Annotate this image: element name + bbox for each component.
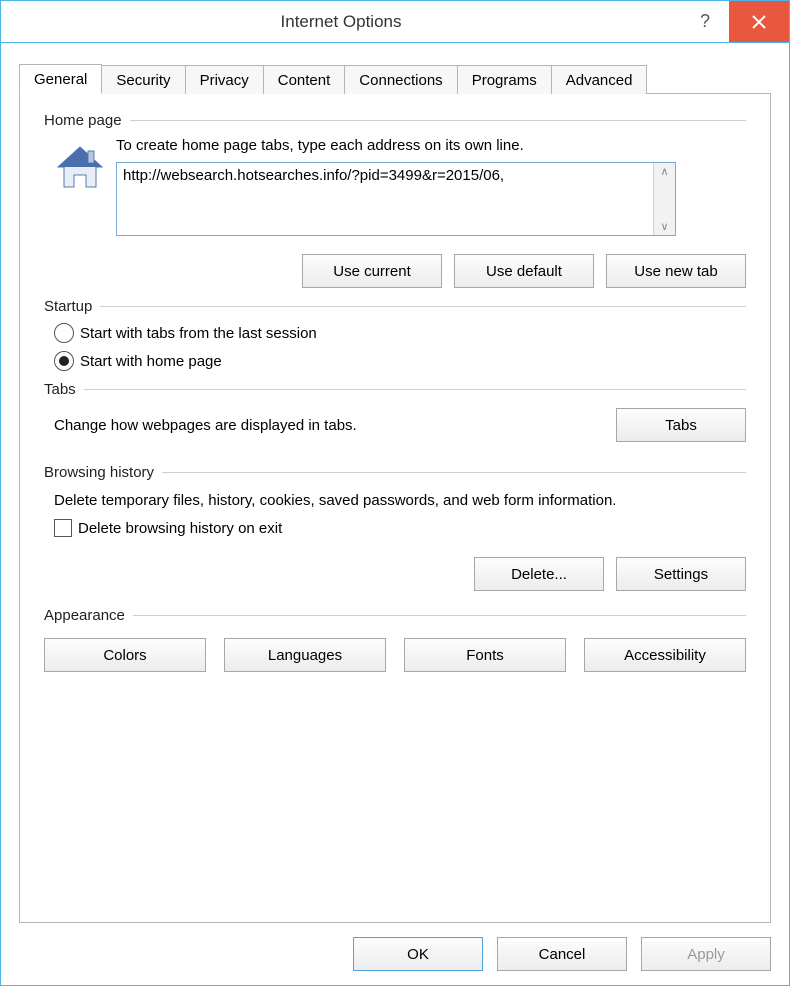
use-default-button[interactable]: Use default xyxy=(454,254,594,288)
tab-content[interactable]: Content xyxy=(263,65,346,94)
help-button[interactable]: ? xyxy=(681,1,729,42)
tabs-section-text: Change how webpages are displayed in tab… xyxy=(54,417,596,434)
tab-connections[interactable]: Connections xyxy=(344,65,457,94)
delete-button[interactable]: Delete... xyxy=(474,557,604,591)
scrollbar[interactable]: ∧ ∨ xyxy=(653,163,675,235)
history-checkbox-row[interactable]: Delete browsing history on exit xyxy=(54,519,746,537)
cancel-button[interactable]: Cancel xyxy=(497,937,627,971)
group-appearance-label: Appearance xyxy=(44,607,125,624)
radio-home-page[interactable] xyxy=(54,351,74,371)
tab-programs[interactable]: Programs xyxy=(457,65,552,94)
titlebar: Internet Options ? xyxy=(1,1,789,43)
group-appearance: Appearance xyxy=(44,607,746,624)
fonts-button[interactable]: Fonts xyxy=(404,638,566,672)
appearance-buttons: Colors Languages Fonts Accessibility xyxy=(44,638,746,672)
history-text: Delete temporary files, history, cookies… xyxy=(54,491,746,511)
delete-on-exit-checkbox[interactable] xyxy=(54,519,72,537)
use-current-button[interactable]: Use current xyxy=(302,254,442,288)
client-area: General Security Privacy Content Connect… xyxy=(1,43,789,985)
divider xyxy=(133,615,746,616)
group-startup: Startup xyxy=(44,298,746,315)
radio-last-session[interactable] xyxy=(54,323,74,343)
close-icon xyxy=(752,15,766,29)
tab-security[interactable]: Security xyxy=(101,65,185,94)
history-settings-button[interactable]: Settings xyxy=(616,557,746,591)
tab-general[interactable]: General xyxy=(19,64,102,94)
tab-privacy[interactable]: Privacy xyxy=(185,65,264,94)
homepage-instruction: To create home page tabs, type each addr… xyxy=(116,137,746,154)
apply-button[interactable]: Apply xyxy=(641,937,771,971)
homepage-row: To create home page tabs, type each addr… xyxy=(44,137,746,236)
divider xyxy=(84,389,746,390)
languages-button[interactable]: Languages xyxy=(224,638,386,672)
group-history: Browsing history xyxy=(44,464,746,481)
group-history-label: Browsing history xyxy=(44,464,154,481)
group-homepage: Home page xyxy=(44,112,746,129)
dialog-footer: OK Cancel Apply xyxy=(19,923,771,971)
window-title: Internet Options xyxy=(1,12,681,32)
divider xyxy=(162,472,746,473)
homepage-right: To create home page tabs, type each addr… xyxy=(116,137,746,236)
delete-on-exit-label: Delete browsing history on exit xyxy=(78,520,282,537)
scroll-up-icon: ∧ xyxy=(660,165,668,178)
tabstrip: General Security Privacy Content Connect… xyxy=(19,63,771,93)
radio-home-page-label: Start with home page xyxy=(80,353,222,370)
radio-home-page-row[interactable]: Start with home page xyxy=(54,351,746,371)
history-buttons: Delete... Settings xyxy=(44,557,746,591)
tabs-button[interactable]: Tabs xyxy=(616,408,746,442)
accessibility-button[interactable]: Accessibility xyxy=(584,638,746,672)
divider xyxy=(100,306,746,307)
internet-options-dialog: Internet Options ? General Security Priv… xyxy=(0,0,790,986)
radio-last-session-label: Start with tabs from the last session xyxy=(80,325,317,342)
group-homepage-label: Home page xyxy=(44,112,122,129)
homepage-buttons: Use current Use default Use new tab xyxy=(116,254,746,288)
group-tabs: Tabs xyxy=(44,381,746,398)
titlebar-controls: ? xyxy=(681,1,789,42)
ok-button[interactable]: OK xyxy=(353,937,483,971)
group-tabs-label: Tabs xyxy=(44,381,76,398)
tabpanel-general: Home page To create home page tabs, type… xyxy=(19,93,771,923)
tab-advanced[interactable]: Advanced xyxy=(551,65,648,94)
use-new-tab-button[interactable]: Use new tab xyxy=(606,254,746,288)
close-button[interactable] xyxy=(729,1,789,42)
tabs-section-row: Change how webpages are displayed in tab… xyxy=(54,408,746,442)
divider xyxy=(130,120,746,121)
scroll-down-icon: ∨ xyxy=(660,220,668,233)
home-icon xyxy=(44,137,116,236)
radio-last-session-row[interactable]: Start with tabs from the last session xyxy=(54,323,746,343)
group-startup-label: Startup xyxy=(44,298,92,315)
colors-button[interactable]: Colors xyxy=(44,638,206,672)
homepage-url-input[interactable] xyxy=(117,163,653,235)
homepage-url-wrap: ∧ ∨ xyxy=(116,162,676,236)
